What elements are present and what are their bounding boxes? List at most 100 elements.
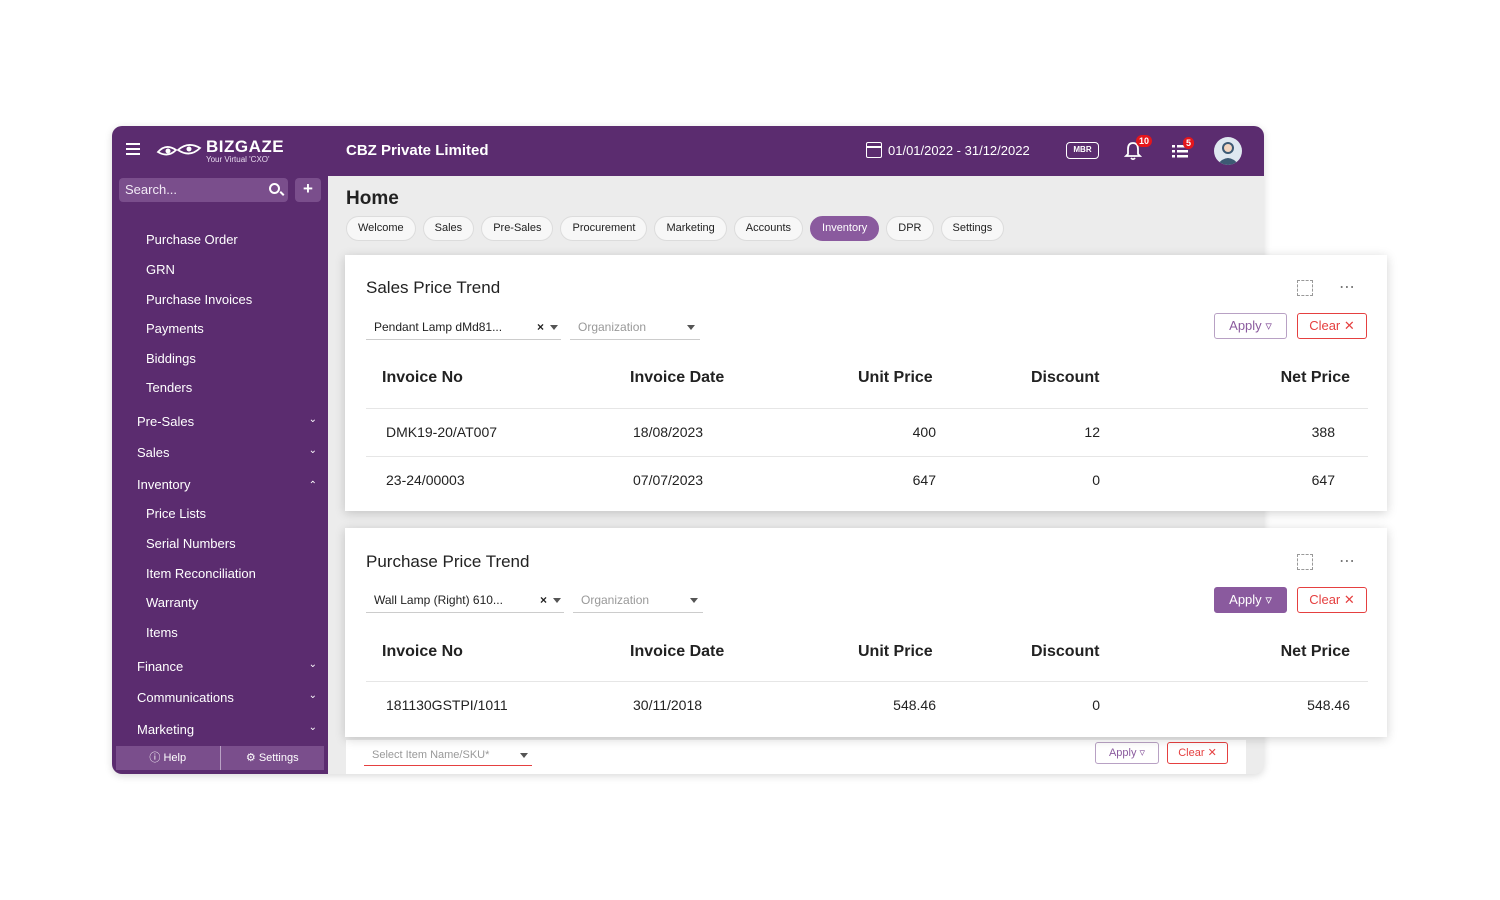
chevron-down-icon: ⌄	[308, 722, 317, 733]
tab-dpr[interactable]: DPR	[886, 216, 934, 241]
tab-pre-sales[interactable]: Pre-Sales	[481, 216, 554, 241]
settings-button[interactable]: ⚙ Settings	[221, 746, 325, 770]
item-select-value: Wall Lamp (Right) 610...	[374, 593, 503, 607]
column-header: Invoice No	[382, 643, 463, 660]
top-bar: BIZGAZE Your Virtual 'CXO' CBZ Private L…	[112, 126, 1264, 176]
sidebar-group-label: Inventory	[137, 477, 191, 492]
organization-select[interactable]: Organization	[570, 314, 700, 340]
caret-down-icon	[550, 325, 558, 330]
company-name[interactable]: CBZ Private Limited	[346, 142, 489, 159]
column-header: Discount	[1031, 643, 1100, 660]
help-label: Help	[163, 752, 187, 764]
tab-procurement[interactable]: Procurement	[560, 216, 648, 241]
more-options-icon[interactable]: ⋯	[1339, 551, 1356, 571]
table-cell: 548.46	[1307, 697, 1350, 713]
gear-icon: ⚙	[245, 752, 259, 764]
apply-label: Apply	[1229, 592, 1262, 607]
item-select[interactable]: Wall Lamp (Right) 610... ×	[366, 587, 564, 613]
expand-icon[interactable]	[1297, 280, 1313, 296]
filter-icon: ▿	[1139, 747, 1146, 759]
close-icon: ✕	[1343, 318, 1355, 333]
item-select[interactable]: Select Item Name/SKU*	[364, 744, 532, 766]
table-cell: 0	[1092, 697, 1100, 713]
sidebar-search-placeholder: Search...	[125, 182, 178, 197]
date-range-text: 01/01/2022 - 31/12/2022	[888, 142, 1030, 158]
column-header: Invoice No	[382, 369, 463, 386]
sidebar-group-communications[interactable]: Communications ⌄	[137, 690, 317, 705]
tab-sales[interactable]: Sales	[422, 216, 475, 241]
chevron-up-icon: ⌃	[308, 480, 317, 491]
sidebar-group-sales[interactable]: Sales ⌄	[137, 445, 317, 460]
organization-select-placeholder: Organization	[581, 593, 650, 607]
menu-icon[interactable]	[126, 143, 140, 155]
column-header: Unit Price	[858, 369, 933, 386]
clear-selection-icon[interactable]: ×	[537, 314, 544, 340]
organization-select-placeholder: Organization	[578, 320, 647, 334]
divider	[366, 456, 1368, 457]
sidebar-search-input[interactable]: Search...	[119, 178, 288, 202]
user-icon	[1217, 142, 1239, 165]
column-header: Unit Price	[858, 643, 933, 660]
table-cell: 30/11/2018	[633, 697, 703, 713]
apply-button[interactable]: Apply ▿	[1214, 587, 1287, 613]
chevron-down-icon: ⌄	[308, 690, 317, 701]
column-header: Invoice Date	[630, 643, 725, 660]
help-icon: ⓘ	[149, 752, 164, 764]
date-range-picker[interactable]: 01/01/2022 - 31/12/2022	[866, 142, 1030, 158]
sidebar-item-items[interactable]: Items	[146, 625, 178, 640]
item-select[interactable]: Pendant Lamp dMd81... ×	[366, 314, 561, 340]
tab-welcome[interactable]: Welcome	[346, 216, 416, 241]
sidebar-item-purchase-order[interactable]: Purchase Order	[146, 232, 238, 247]
sidebar-item-purchase-invoices[interactable]: Purchase Invoices	[146, 292, 252, 307]
tab-settings[interactable]: Settings	[940, 216, 1005, 241]
sales-price-trend-card: Sales Price Trend ⋯ Pendant Lamp dMd81..…	[345, 255, 1387, 511]
search-icon	[269, 183, 280, 194]
table-cell: 400	[912, 424, 936, 440]
sidebar-group-inventory[interactable]: Inventory ⌃	[137, 477, 317, 492]
organization-select[interactable]: Organization	[573, 587, 703, 613]
mbr-button[interactable]: MBR	[1066, 142, 1099, 159]
sidebar-group-finance[interactable]: Finance ⌄	[137, 659, 317, 674]
page-title: Home	[346, 188, 399, 209]
notifications-button[interactable]: 10	[1123, 135, 1153, 161]
clear-selection-icon[interactable]: ×	[540, 587, 547, 613]
clear-label: Clear	[1309, 592, 1341, 607]
sidebar-item-grn[interactable]: GRN	[146, 262, 175, 277]
expand-icon[interactable]	[1297, 554, 1313, 570]
table-cell: 388	[1311, 424, 1335, 440]
clear-button[interactable]: Clear ✕	[1167, 742, 1228, 764]
sidebar-item-biddings[interactable]: Biddings	[146, 351, 196, 366]
sidebar-group-label: Pre-Sales	[137, 414, 195, 429]
tab-inventory[interactable]: Inventory	[810, 216, 880, 241]
clear-button[interactable]: Clear ✕	[1297, 313, 1367, 339]
sidebar-item-payments[interactable]: Payments	[146, 321, 204, 336]
help-button[interactable]: ⓘ Help	[116, 746, 221, 770]
column-header: Net Price	[1280, 643, 1350, 660]
card-title: Sales Price Trend	[366, 278, 501, 297]
table-cell: 647	[912, 472, 936, 488]
item-select-value: Pendant Lamp dMd81...	[374, 320, 503, 334]
sidebar-group-label: Communications	[137, 690, 234, 705]
sidebar-group-marketing[interactable]: Marketing ⌄	[137, 722, 317, 737]
clear-label: Clear	[1309, 318, 1341, 333]
tab-bar: Welcome Sales Pre-Sales Procurement Mark…	[346, 216, 1005, 241]
column-header: Invoice Date	[630, 369, 725, 386]
clear-button[interactable]: Clear ✕	[1297, 587, 1367, 613]
sidebar-item-serial-numbers[interactable]: Serial Numbers	[146, 536, 236, 551]
tab-marketing[interactable]: Marketing	[654, 216, 727, 241]
add-button[interactable]: +	[295, 178, 321, 202]
tasks-button[interactable]: 5	[1172, 137, 1195, 160]
user-avatar[interactable]	[1214, 137, 1242, 165]
apply-button[interactable]: Apply ▿	[1214, 313, 1287, 339]
sidebar-item-price-lists[interactable]: Price Lists	[146, 506, 206, 521]
tab-accounts[interactable]: Accounts	[733, 216, 804, 241]
table-cell: 07/07/2023	[633, 472, 704, 488]
apply-button[interactable]: Apply ▿	[1095, 742, 1159, 764]
sidebar-item-warranty[interactable]: Warranty	[146, 595, 198, 610]
more-options-icon[interactable]: ⋯	[1339, 277, 1356, 297]
sidebar-item-tenders[interactable]: Tenders	[146, 380, 192, 395]
sidebar-item-item-reconciliation[interactable]: Item Reconciliation	[146, 566, 256, 581]
sidebar-group-label: Marketing	[137, 722, 195, 737]
item-select-placeholder: Select Item Name/SKU*	[372, 749, 490, 761]
sidebar-group-pre-sales[interactable]: Pre-Sales ⌄	[137, 414, 317, 429]
